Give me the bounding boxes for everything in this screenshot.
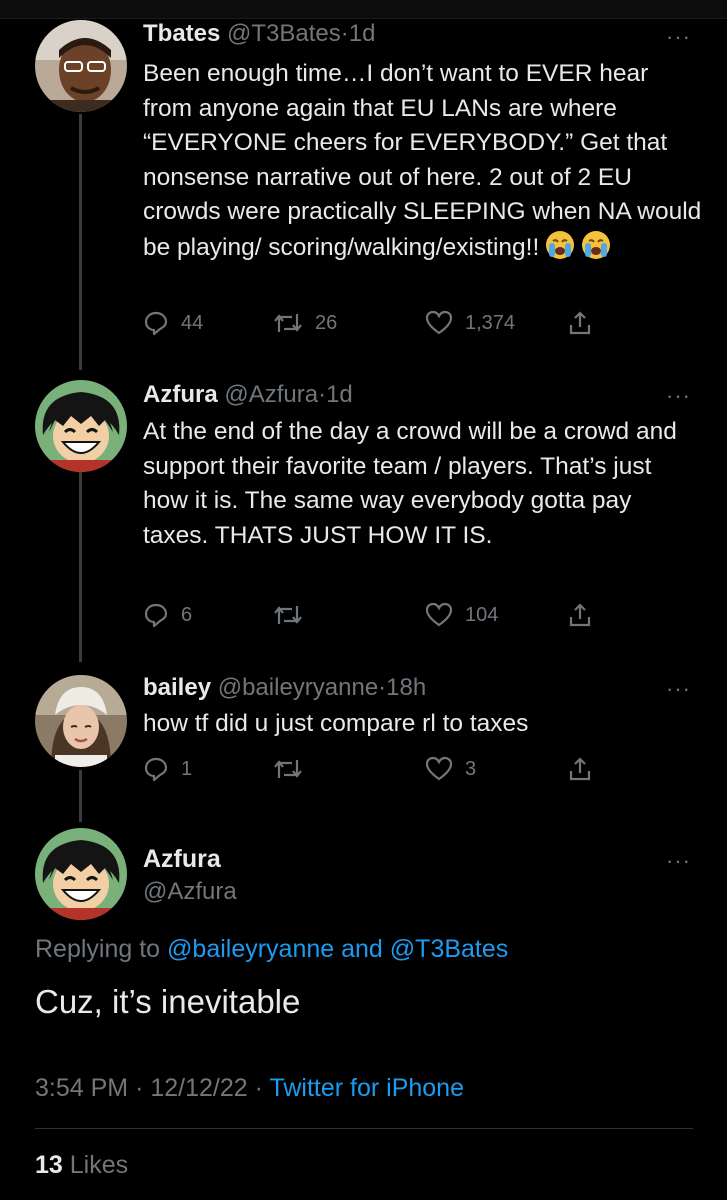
tweet-header: Tbates @T3Bates·1d xyxy=(143,20,375,48)
more-options-icon[interactable]: ··· xyxy=(666,385,691,407)
tweet-actions: 6 104 xyxy=(143,602,603,632)
separator: · xyxy=(135,1074,144,1102)
like-count: 104 xyxy=(465,603,499,626)
separator: · xyxy=(378,674,387,701)
handle[interactable]: @Azfura xyxy=(224,381,318,408)
reply-button[interactable]: 44 xyxy=(143,310,203,336)
top-bar xyxy=(0,0,727,19)
retweet-button[interactable]: 26 xyxy=(273,310,337,336)
separator: · xyxy=(254,1074,263,1102)
thread-line xyxy=(79,770,82,822)
like-button[interactable]: 3 xyxy=(425,756,476,782)
timestamp[interactable]: 18h xyxy=(386,674,426,701)
timestamp[interactable]: 1d xyxy=(349,20,376,47)
retweet-count: 26 xyxy=(315,311,338,334)
display-name[interactable]: Tbates xyxy=(143,20,220,47)
post-time[interactable]: 3:54 PM xyxy=(35,1074,128,1102)
replying-prefix: Replying to xyxy=(35,935,161,963)
more-options-icon[interactable]: ··· xyxy=(666,26,691,48)
tweet-header: bailey @baileyryanne·18h xyxy=(143,674,426,702)
reply-button[interactable]: 6 xyxy=(143,602,192,628)
replying-and[interactable]: and xyxy=(341,935,383,963)
replying-to: Replying to @baileyryanne and @T3Bates xyxy=(35,935,508,964)
like-count: 1,374 xyxy=(465,311,516,334)
heart-icon xyxy=(425,310,453,335)
mention-link[interactable]: @baileyryanne xyxy=(167,935,334,963)
more-options-icon[interactable]: ··· xyxy=(666,850,691,872)
reply-icon xyxy=(144,311,168,336)
crying-face-icon xyxy=(581,230,611,260)
avatar[interactable] xyxy=(35,828,127,920)
retweet-button[interactable] xyxy=(273,756,315,782)
timestamp[interactable]: 1d xyxy=(326,381,353,408)
likes-label: Likes xyxy=(69,1151,129,1179)
reply-count: 44 xyxy=(181,311,204,334)
heart-icon xyxy=(425,756,453,781)
share-icon xyxy=(569,757,591,781)
tweet-actions: 1 3 xyxy=(143,756,603,786)
reply-button[interactable]: 1 xyxy=(143,756,192,782)
like-button[interactable]: 1,374 xyxy=(425,310,515,336)
separator: · xyxy=(318,381,327,408)
handle[interactable]: @baileyryanne xyxy=(218,674,378,701)
thread-line xyxy=(79,472,82,662)
reply-icon xyxy=(144,757,168,782)
share-icon xyxy=(569,311,591,335)
source-link[interactable]: Twitter for iPhone xyxy=(269,1074,464,1102)
share-icon xyxy=(569,603,591,627)
tweet-meta: 3:54 PM · 12/12/22 · Twitter for iPhone xyxy=(35,1074,464,1103)
crying-face-icon xyxy=(545,230,575,260)
tweet-text: At the end of the day a crowd will be a … xyxy=(143,418,677,549)
tweet-text: Cuz, it’s inevitable xyxy=(35,983,301,1020)
handle[interactable]: @T3Bates xyxy=(227,20,341,47)
like-count: 3 xyxy=(465,757,477,780)
reply-count: 1 xyxy=(181,757,193,780)
retweet-icon xyxy=(274,606,302,624)
avatar[interactable] xyxy=(35,380,127,472)
display-name[interactable]: Azfura xyxy=(143,845,221,874)
share-button[interactable] xyxy=(567,602,605,628)
heart-icon xyxy=(425,602,453,627)
tweet-header: Azfura @Azfura·1d xyxy=(143,381,353,409)
display-name[interactable]: bailey xyxy=(143,674,211,701)
separator: · xyxy=(340,20,349,47)
post-date[interactable]: 12/12/22 xyxy=(150,1074,247,1102)
divider xyxy=(35,1128,693,1129)
reply-icon xyxy=(144,603,168,628)
more-options-icon[interactable]: ··· xyxy=(666,678,691,700)
like-button[interactable]: 104 xyxy=(425,602,498,628)
retweet-icon xyxy=(274,760,302,778)
display-name[interactable]: Azfura xyxy=(143,381,218,408)
retweet-button[interactable] xyxy=(273,602,315,628)
tweet-actions: 44 26 1,374 xyxy=(143,310,603,340)
thread-line xyxy=(79,114,82,370)
share-button[interactable] xyxy=(567,756,605,782)
tweet-text: how tf did u just compare rl to taxes xyxy=(143,710,529,737)
share-button[interactable] xyxy=(567,310,605,336)
tweet-text: Been enough time…I don’t want to EVER he… xyxy=(143,60,702,261)
likes-count: 13 xyxy=(35,1151,63,1179)
likes-summary[interactable]: 13 Likes xyxy=(35,1151,128,1180)
handle[interactable]: @Azfura xyxy=(143,878,237,906)
avatar[interactable] xyxy=(35,675,127,767)
avatar[interactable] xyxy=(35,20,127,112)
mention-link[interactable]: @T3Bates xyxy=(390,935,508,963)
reply-count: 6 xyxy=(181,603,193,626)
retweet-icon xyxy=(274,314,302,332)
